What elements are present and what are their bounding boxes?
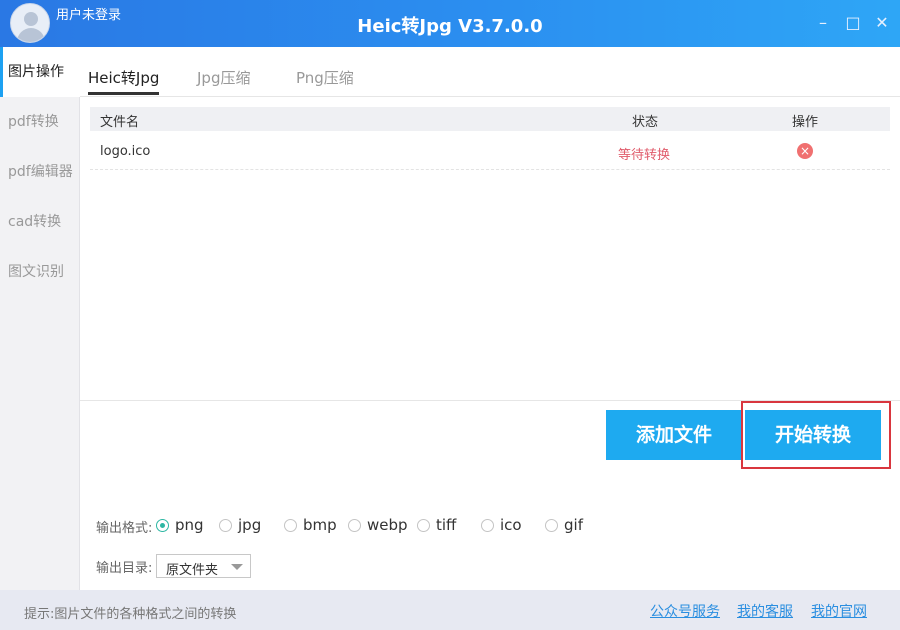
- radio-dot: [417, 519, 430, 532]
- format-option-label: tiff: [436, 516, 457, 534]
- radio-dot: [481, 519, 494, 532]
- sidebar: 图片操作 pdf转换 pdf编辑器 cad转换 图文识别: [0, 47, 80, 590]
- footer-tip: 提示:图片文件的各种格式之间的转换: [24, 607, 237, 622]
- format-option-label: png: [175, 516, 204, 534]
- tab-heic-to-jpg[interactable]: Heic转Jpg: [88, 67, 160, 95]
- file-name: logo.ico: [100, 144, 151, 159]
- table-row[interactable]: logo.ico 等待转换 ×: [90, 134, 890, 170]
- sidebar-item-image-ops[interactable]: 图片操作: [0, 47, 80, 97]
- maximize-icon[interactable]: □: [844, 14, 862, 32]
- avatar-head: [24, 12, 38, 26]
- avatar[interactable]: [10, 3, 50, 43]
- radio-dot: [545, 519, 558, 532]
- sidebar-item-cad-convert[interactable]: cad转换: [0, 197, 80, 247]
- output-dir-select[interactable]: 原文件夹: [156, 554, 251, 578]
- radio-dot: [156, 519, 169, 532]
- link-wechat-service[interactable]: 公众号服务: [650, 601, 720, 621]
- app-title: Heic转Jpg V3.7.0.0: [357, 16, 543, 37]
- divider: [80, 400, 900, 401]
- minimize-icon[interactable]: –: [814, 14, 832, 32]
- file-status: 等待转换: [618, 148, 671, 163]
- avatar-body: [17, 28, 45, 42]
- link-official-site[interactable]: 我的官网: [811, 601, 867, 621]
- tab-png-compress[interactable]: Png压缩: [296, 67, 354, 95]
- output-dir-label: 输出目录:: [96, 561, 153, 576]
- close-icon[interactable]: ✕: [873, 14, 891, 32]
- column-filename: 文件名: [100, 115, 140, 130]
- format-option-label: webp: [367, 516, 408, 534]
- sidebar-item-pdf-convert[interactable]: pdf转换: [0, 97, 80, 147]
- title-bar: 用户未登录 Heic转Jpg V3.7.0.0 – □ ✕: [0, 0, 900, 47]
- tab-bar: Heic转Jpg Jpg压缩 Png压缩: [80, 47, 900, 97]
- add-file-button[interactable]: 添加文件: [606, 410, 742, 460]
- table-header: 文件名 状态 操作: [90, 107, 890, 131]
- radio-dot: [219, 519, 232, 532]
- output-dir-value: 原文件夹: [166, 563, 219, 578]
- format-option-label: gif: [564, 516, 583, 534]
- radio-dot: [284, 519, 297, 532]
- column-status: 状态: [632, 115, 659, 130]
- tab-jpg-compress[interactable]: Jpg压缩: [197, 67, 250, 95]
- link-customer-service[interactable]: 我的客服: [737, 601, 793, 621]
- delete-icon[interactable]: ×: [797, 143, 813, 159]
- column-action: 操作: [792, 115, 819, 130]
- radio-dot: [348, 519, 361, 532]
- format-option-label: ico: [500, 516, 522, 534]
- sidebar-item-ocr[interactable]: 图文识别: [0, 247, 80, 297]
- user-status[interactable]: 用户未登录: [56, 4, 121, 23]
- format-option-label: jpg: [238, 516, 262, 534]
- output-format-label: 输出格式:: [96, 521, 153, 536]
- format-option-label: bmp: [303, 516, 337, 534]
- chevron-down-icon: [231, 564, 243, 570]
- sidebar-item-pdf-editor[interactable]: pdf编辑器: [0, 147, 80, 197]
- start-convert-button[interactable]: 开始转换: [745, 410, 881, 460]
- footer: 提示:图片文件的各种格式之间的转换 公众号服务 我的客服 我的官网: [0, 590, 900, 630]
